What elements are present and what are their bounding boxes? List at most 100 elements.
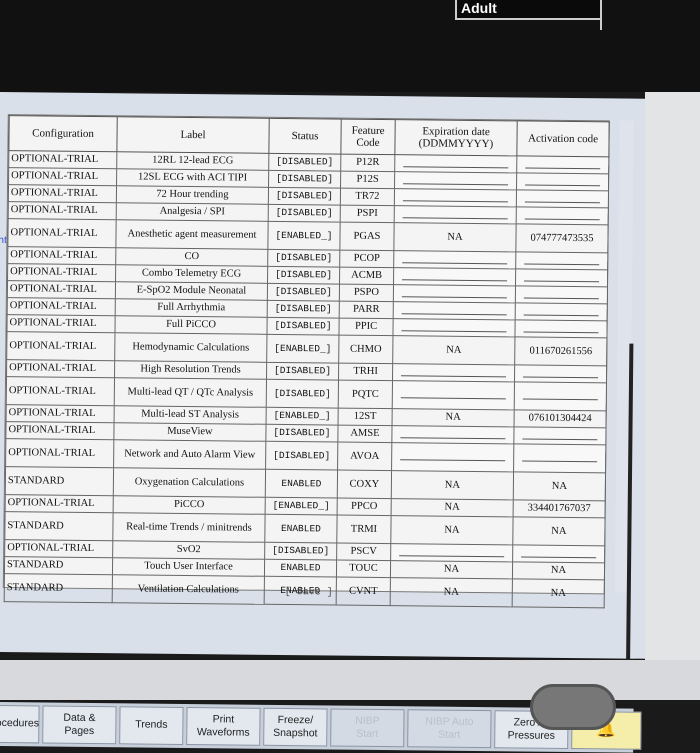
expiration-cell[interactable] <box>393 301 516 320</box>
activation-code-cell[interactable] <box>512 544 605 563</box>
activation-code-cell[interactable]: 011670261556 <box>514 336 607 366</box>
status-cell: [DISABLED] <box>266 362 339 381</box>
save-button[interactable]: [ Save ] <box>285 587 333 599</box>
expiration-cell[interactable] <box>394 171 517 190</box>
activation-code-cell[interactable] <box>513 426 607 445</box>
expiration-cell[interactable]: NA <box>390 515 514 545</box>
activation-code-cell[interactable]: 076101304424 <box>514 409 607 428</box>
status-cell: [DISABLED] <box>267 249 340 268</box>
expiration-cell[interactable]: NA <box>393 222 517 252</box>
empty-entry-line <box>522 392 598 401</box>
status-cell: [DISABLED] <box>265 441 338 471</box>
activation-code-cell[interactable] <box>514 364 607 383</box>
monitor-right-bezel <box>645 92 700 662</box>
feature-code-cell: PPCO <box>337 498 392 516</box>
configuration-cell: STANDARD <box>4 556 113 575</box>
configuration-cell: OPTIONAL-TRIAL <box>7 246 116 265</box>
label-cell: Full Arrhythmia <box>115 298 268 318</box>
procedures-button[interactable]: ocedures <box>0 704 40 744</box>
status-cell: ENABLED <box>264 514 338 544</box>
activation-code-cell[interactable] <box>515 302 608 321</box>
button-label: NIBP Start <box>355 714 380 740</box>
freeze-snapshot-button[interactable]: Freeze/ Snapshot <box>263 707 328 747</box>
activation-code-cell[interactable] <box>515 285 608 304</box>
status-cell: [DISABLED] <box>268 187 341 206</box>
expiration-cell[interactable] <box>392 380 515 410</box>
expiration-cell[interactable] <box>393 284 516 303</box>
empty-entry-line <box>523 290 599 299</box>
nibp-auto-start-button[interactable]: NIBP Auto Start <box>407 709 492 749</box>
status-cell: [DISABLED] <box>265 424 339 443</box>
label-cell: Analgesia / SPI <box>116 202 269 222</box>
label-cell: Ventilation Calculations <box>112 574 265 605</box>
expiration-cell[interactable]: NA <box>392 335 515 365</box>
empty-entry-line <box>400 453 506 462</box>
activation-code-cell[interactable] <box>516 155 609 174</box>
feature-code-cell: COXY <box>337 470 392 499</box>
activation-code-cell[interactable]: NA <box>512 516 606 546</box>
activation-code-cell[interactable]: 334401767037 <box>513 499 606 518</box>
expiration-cell[interactable] <box>394 154 517 173</box>
expiration-cell[interactable]: NA <box>391 470 514 500</box>
activation-code-cell[interactable] <box>516 172 609 191</box>
label-cell: E-SpO2 Module Neonatal <box>115 281 268 301</box>
expiration-cell[interactable] <box>393 267 516 286</box>
print-waveforms-button[interactable]: Print Waveforms <box>186 706 261 746</box>
empty-entry-line <box>401 289 507 298</box>
activation-code-cell[interactable] <box>514 381 607 411</box>
feature-code-cell: AMSE <box>337 425 393 443</box>
activation-code-cell[interactable] <box>513 443 606 473</box>
configuration-cell: OPTIONAL-TRIAL <box>5 494 114 513</box>
activation-code-cell[interactable]: 074777473535 <box>515 223 609 253</box>
status-cell: [DISABLED] <box>266 317 340 336</box>
expiration-cell[interactable]: NA <box>390 577 513 607</box>
expiration-cell[interactable] <box>392 318 516 337</box>
monitor-screen: nt Configuration Label Status Feature Co… <box>0 92 692 753</box>
expiration-cell[interactable] <box>391 425 515 444</box>
header-divider <box>600 0 602 30</box>
patient-category-label: Adult <box>455 0 601 20</box>
activation-code-cell[interactable] <box>515 251 608 270</box>
status-cell: [DISABLED] <box>266 379 339 409</box>
configuration-cell: OPTIONAL-TRIAL <box>8 150 117 169</box>
expiration-cell[interactable] <box>391 442 514 472</box>
configuration-cell: OPTIONAL-TRIAL <box>5 421 115 440</box>
status-cell: [ENABLED_] <box>267 221 341 251</box>
expiration-cell[interactable] <box>393 250 516 269</box>
configuration-cell: OPTIONAL-TRIAL <box>6 314 116 333</box>
data-pages-button[interactable]: Data & Pages <box>42 705 117 745</box>
activation-code-cell[interactable] <box>515 268 608 287</box>
feature-code-cell: PSPI <box>340 205 395 223</box>
configuration-cell: OPTIONAL-TRIAL <box>5 438 114 468</box>
button-label: Data & Pages <box>63 711 96 738</box>
activation-code-cell[interactable] <box>514 319 608 338</box>
expiration-cell[interactable] <box>394 205 517 224</box>
expiration-cell[interactable] <box>394 188 517 207</box>
feature-code-cell: PGAS <box>339 222 395 251</box>
empty-entry-line <box>400 430 506 439</box>
expiration-cell[interactable]: NA <box>392 408 515 427</box>
expiration-cell[interactable]: NA <box>391 498 514 517</box>
status-cell: [DISABLED] <box>268 153 341 172</box>
activation-code-cell[interactable]: NA <box>512 561 605 580</box>
button-label: Print Waveforms <box>196 713 250 739</box>
activation-code-cell[interactable] <box>516 189 609 208</box>
empty-entry-line <box>524 273 600 282</box>
expiration-cell[interactable] <box>392 363 515 382</box>
configuration-cell: OPTIONAL-TRIAL <box>7 263 116 282</box>
activation-code-cell[interactable]: NA <box>512 578 605 608</box>
expiration-cell[interactable]: NA <box>390 560 513 579</box>
empty-entry-line <box>521 549 597 558</box>
label-cell: MuseView <box>113 422 267 442</box>
nibp-start-button[interactable]: NIBP Start <box>330 708 405 748</box>
trends-button[interactable]: Trends <box>119 706 184 745</box>
activation-code-cell[interactable]: NA <box>513 471 606 501</box>
configuration-cell: OPTIONAL-TRIAL <box>4 539 113 558</box>
activation-code-cell[interactable] <box>516 206 609 225</box>
empty-entry-line <box>524 195 600 203</box>
expiration-cell[interactable] <box>390 543 513 562</box>
label-cell: 12RL 12-lead ECG <box>116 151 269 171</box>
trim-knob[interactable] <box>530 684 616 730</box>
configuration-cell: STANDARD <box>5 466 114 496</box>
label-cell: 72 Hour trending <box>116 185 269 205</box>
